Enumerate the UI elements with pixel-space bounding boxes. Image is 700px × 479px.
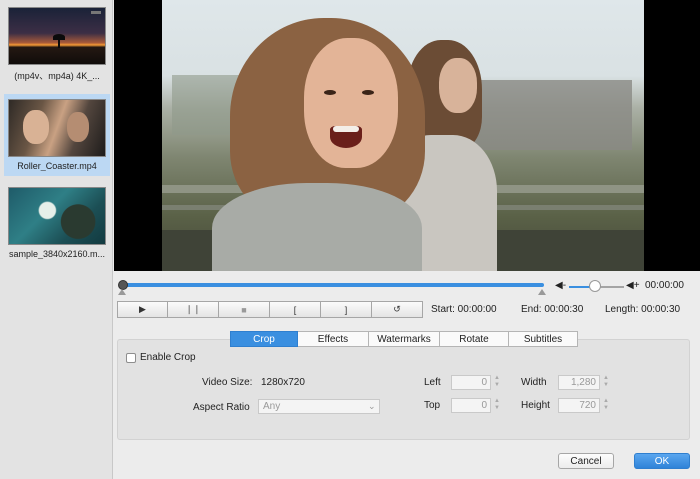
end-time: End: 00:00:30 (521, 304, 584, 315)
checkbox-box[interactable] (126, 352, 136, 363)
ok-button[interactable]: OK (634, 453, 690, 469)
progress-track[interactable] (122, 283, 544, 287)
stop-button[interactable]: ■ (219, 301, 270, 318)
top-field[interactable]: 0 (451, 398, 491, 413)
current-time: 00:00:00 (645, 280, 684, 291)
file-item-label: sample_3840x2160.m... (8, 249, 106, 259)
tab-crop[interactable]: Crop (230, 331, 298, 347)
left-field[interactable]: 0 (451, 375, 491, 390)
aspect-ratio-select[interactable]: Any (258, 399, 380, 414)
left-stepper[interactable]: ▲ ▼ (493, 375, 501, 390)
end-marker[interactable] (538, 289, 546, 295)
file-item-1[interactable]: (mp4v、mp4a) 4K_... (4, 2, 110, 84)
height-stepper[interactable]: ▲ ▼ (602, 398, 610, 413)
pause-button[interactable]: ❙❙ (168, 301, 219, 318)
height-field[interactable]: 720 (558, 398, 600, 413)
mark-in-button[interactable]: [ (270, 301, 321, 318)
tab-subtitles[interactable]: Subtitles (509, 331, 578, 347)
file-item-2[interactable]: Roller_Coaster.mp4 (4, 94, 110, 176)
cancel-button[interactable]: Cancel (558, 453, 614, 469)
speaker-low-icon[interactable]: ◀- (555, 280, 566, 291)
top-label: Top (424, 400, 441, 411)
video-size-value: 1280x720 (261, 377, 305, 388)
file-thumbnail (8, 99, 106, 157)
width-stepper[interactable]: ▲ ▼ (602, 375, 610, 390)
width-field[interactable]: 1,280 (558, 375, 600, 390)
volume-knob[interactable] (589, 280, 601, 292)
edit-tabs: Crop Effects Watermarks Rotate Subtitles (230, 331, 578, 347)
file-item-label: (mp4v、mp4a) 4K_... (14, 71, 100, 81)
mark-out-button[interactable]: ] (321, 301, 372, 318)
left-label: Left (424, 377, 441, 388)
start-time: Start: 00:00:00 (431, 304, 497, 315)
tab-rotate[interactable]: Rotate (440, 331, 509, 347)
chevron-down-icon[interactable]: ⌄ (368, 399, 376, 414)
aspect-ratio-label: Aspect Ratio (193, 402, 250, 413)
start-marker[interactable] (118, 289, 126, 295)
enable-crop-label: Enable Crop (140, 352, 196, 363)
enable-crop-checkbox[interactable]: Enable Crop (126, 352, 196, 363)
timeline-bar: ◀- ◀+ 00:00:00 (114, 271, 700, 297)
video-frame (162, 0, 644, 271)
transport-controls: ▶ ❙❙ ■ [ ] ↺ (117, 301, 423, 318)
length-time: Length: 00:00:30 (605, 304, 681, 315)
file-list-sidebar: (mp4v、mp4a) 4K_... Roller_Coaster.mp4 sa… (0, 0, 113, 479)
play-button[interactable]: ▶ (117, 301, 168, 318)
video-size-label: Video Size: (202, 377, 253, 388)
tab-watermarks[interactable]: Watermarks (369, 331, 440, 347)
reset-icon[interactable]: ↺ (372, 301, 423, 318)
speaker-high-icon[interactable]: ◀+ (626, 280, 640, 291)
tab-effects[interactable]: Effects (298, 331, 369, 347)
video-preview (114, 0, 700, 271)
file-item-label: Roller_Coaster.mp4 (17, 161, 97, 171)
file-item-3[interactable]: sample_3840x2160.m... (4, 182, 110, 264)
file-thumbnail (8, 187, 106, 245)
width-label: Width (521, 377, 547, 388)
height-label: Height (521, 400, 550, 411)
file-thumbnail (8, 7, 106, 65)
top-stepper[interactable]: ▲ ▼ (493, 398, 501, 413)
